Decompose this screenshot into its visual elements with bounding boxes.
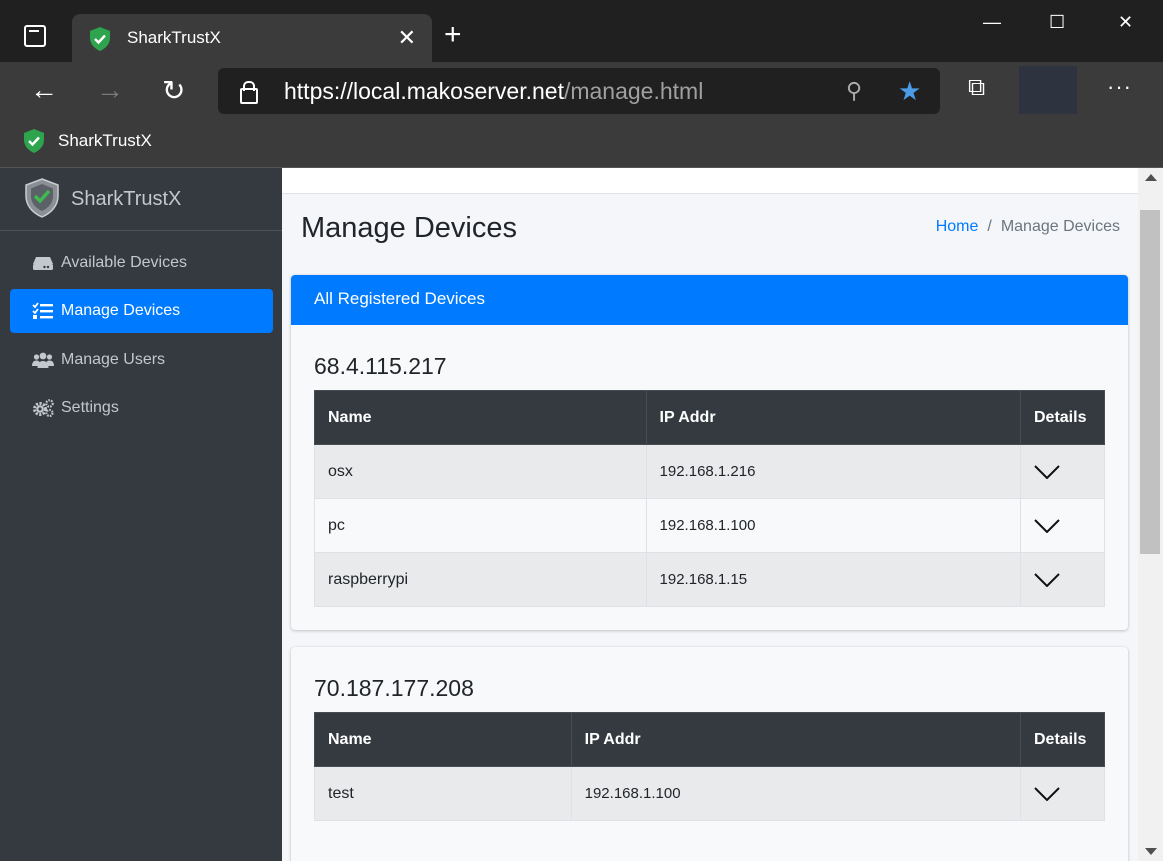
column-header-name: Name — [314, 390, 647, 445]
window-menu-icon[interactable] — [24, 25, 46, 47]
breadcrumb-separator: / — [987, 218, 992, 235]
minimize-button[interactable]: — — [983, 12, 1001, 33]
hdd-icon — [33, 257, 53, 270]
table-row: raspberrypi 192.168.1.15 — [314, 552, 1105, 607]
shield-check-icon — [90, 27, 110, 51]
scrollbar-thumb[interactable] — [1140, 210, 1160, 554]
device-ip: 192.168.1.216 — [645, 444, 1022, 499]
sidebar-item-label: Available Devices — [61, 254, 187, 271]
profile-button[interactable] — [1019, 66, 1077, 114]
device-ip: 192.168.1.15 — [645, 552, 1022, 607]
page-scrollbar[interactable] — [1138, 168, 1163, 861]
details-toggle[interactable] — [1020, 498, 1105, 553]
top-navbar — [282, 168, 1138, 194]
sidebar-item-label: Manage Users — [61, 351, 166, 368]
column-header-details: Details — [1019, 712, 1106, 767]
devices-table: Name IP Addr Details osx 192.168.1.216 p… — [314, 390, 1105, 607]
tab-close-icon[interactable]: ✕ — [398, 25, 416, 51]
chevron-down-icon[interactable] — [1034, 518, 1060, 533]
details-toggle[interactable] — [1020, 444, 1105, 499]
brand-text: SharkTrustX — [71, 188, 182, 210]
back-button[interactable]: ← — [30, 74, 58, 106]
column-header-details: Details — [1020, 390, 1105, 445]
sidebar-item-settings[interactable]: Settings — [10, 386, 273, 430]
card-header: All Registered Devices — [291, 275, 1128, 325]
favorite-link[interactable]: SharkTrustX — [58, 131, 152, 151]
page-title: Manage Devices — [301, 212, 517, 244]
card-title: All Registered Devices — [314, 289, 486, 308]
device-ip: 192.168.1.100 — [570, 766, 1021, 821]
maximize-button[interactable]: ☐ — [1049, 12, 1065, 33]
sidebar-item-label: Settings — [61, 399, 119, 416]
details-toggle[interactable] — [1020, 552, 1105, 607]
lock-icon[interactable] — [240, 81, 258, 104]
device-name: pc — [314, 498, 647, 553]
sidebar-item-manage-users[interactable]: Manage Users — [10, 338, 273, 382]
table-header-row: Name IP Addr Details — [314, 390, 1105, 445]
address-bar[interactable]: https://local.makoserver.net/manage.html… — [218, 68, 940, 114]
url-text[interactable]: https://local.makoserver.net/manage.html — [284, 78, 703, 105]
refresh-button[interactable]: ↻ — [162, 74, 185, 107]
main-content: Manage Devices Home / Manage Devices All R… — [282, 168, 1138, 861]
sidebar-item-label: Manage Devices — [61, 302, 181, 319]
forward-button[interactable]: → — [96, 74, 124, 106]
tab-title: SharkTrustX — [127, 28, 221, 47]
breadcrumb-home-link[interactable]: Home — [936, 218, 979, 235]
chevron-down-icon[interactable] — [1034, 464, 1060, 479]
brand-shield-logo-icon — [25, 178, 59, 218]
devices-card: 70.187.177.208 Name IP Addr Details test… — [291, 647, 1128, 861]
sidebar: SharkTrustX Available Devices Manage Dev… — [0, 168, 282, 861]
chevron-down-icon[interactable] — [1034, 786, 1060, 801]
column-header-name: Name — [314, 712, 572, 767]
table-row: pc 192.168.1.100 — [314, 498, 1105, 553]
devices-card: All Registered Devices 68.4.115.217 Name… — [291, 275, 1128, 630]
close-window-button[interactable]: ✕ — [1118, 12, 1133, 33]
group-ip-title: 70.187.177.208 — [314, 675, 474, 701]
new-tab-button[interactable]: + — [444, 20, 462, 50]
browser-tab[interactable]: SharkTrustX ✕ — [72, 14, 432, 62]
brand-link[interactable]: SharkTrustX — [0, 168, 282, 231]
table-header-row: Name IP Addr Details — [314, 712, 1106, 767]
device-name: test — [314, 766, 572, 821]
device-ip: 192.168.1.100 — [645, 498, 1022, 553]
sidebar-item-available-devices[interactable]: Available Devices — [10, 241, 273, 285]
zoom-icon[interactable]: ⚲ — [846, 78, 862, 104]
chevron-down-icon[interactable] — [1034, 572, 1060, 587]
users-icon — [32, 352, 54, 368]
browser-titlebar: SharkTrustX ✕ + — ☐ ✕ — [0, 0, 1163, 62]
breadcrumb: Home / Manage Devices — [936, 218, 1120, 236]
favorites-bar: SharkTrustX — [0, 120, 1163, 168]
device-name: osx — [314, 444, 647, 499]
table-row: test 192.168.1.100 — [314, 766, 1106, 821]
shield-check-icon — [24, 129, 44, 153]
more-options-button[interactable]: ··· — [1107, 74, 1132, 100]
details-toggle[interactable] — [1019, 766, 1106, 821]
column-header-ip: IP Addr — [645, 390, 1022, 445]
devices-table: Name IP Addr Details test 192.168.1.100 — [314, 712, 1106, 821]
scroll-up-arrow-icon[interactable] — [1145, 174, 1157, 181]
tasks-icon — [32, 302, 53, 319]
scroll-down-arrow-icon[interactable] — [1145, 848, 1157, 855]
sidebar-item-manage-devices[interactable]: Manage Devices — [10, 289, 273, 333]
table-row: osx 192.168.1.216 — [314, 444, 1105, 499]
browser-toolbar: ← → ↻ https://local.makoserver.net/manag… — [0, 62, 1163, 120]
breadcrumb-current: Manage Devices — [1000, 218, 1120, 235]
device-name: raspberrypi — [314, 552, 647, 607]
group-ip-title: 68.4.115.217 — [314, 353, 447, 379]
collections-icon[interactable]: ⧉ — [968, 74, 985, 102]
favorite-star-icon[interactable]: ★ — [898, 76, 921, 107]
cogs-icon — [33, 399, 54, 417]
column-header-ip: IP Addr — [570, 712, 1021, 767]
